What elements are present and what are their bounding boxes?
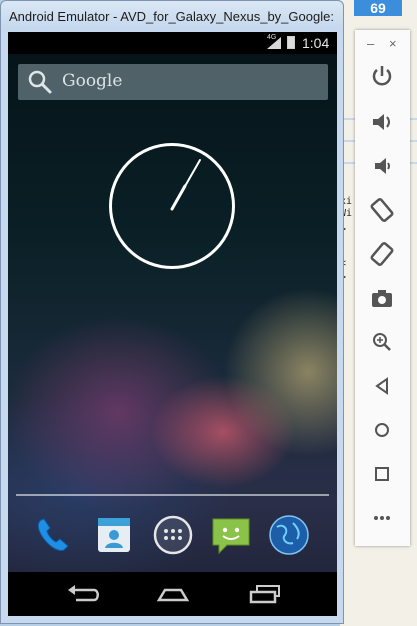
home-icon[interactable]	[368, 416, 396, 444]
back-icon[interactable]	[368, 372, 396, 400]
close-button[interactable]: ×	[389, 36, 397, 51]
volume-up-icon[interactable]	[368, 108, 396, 136]
contacts-icon[interactable]	[92, 513, 136, 557]
status-bar: 4G 1:04	[8, 32, 337, 54]
status-time: 1:04	[302, 35, 330, 51]
window-title: Android Emulator - AVD_for_Galaxy_Nexus_…	[9, 9, 335, 24]
power-icon[interactable]	[368, 62, 396, 90]
emulator-window: Android Emulator - AVD_for_Galaxy_Nexus_…	[0, 0, 344, 624]
clock-hands	[170, 159, 201, 211]
home-icon[interactable]	[153, 580, 193, 608]
rotate-left-icon[interactable]	[368, 196, 396, 224]
overview-icon[interactable]	[368, 460, 396, 488]
more-icon[interactable]	[368, 504, 396, 532]
emulator-tool-panel: – ×	[355, 30, 410, 546]
dock-divider	[16, 494, 329, 496]
google-search-bar[interactable]: Google	[18, 64, 328, 100]
back-icon[interactable]	[64, 580, 104, 608]
analog-clock-widget[interactable]	[109, 143, 235, 269]
app-drawer-icon[interactable]	[151, 513, 195, 557]
host-badge: 69	[354, 0, 402, 16]
window-titlebar[interactable]: Android Emulator - AVD_for_Galaxy_Nexus_…	[1, 1, 343, 31]
recent-apps-icon[interactable]	[245, 580, 285, 608]
minimize-button[interactable]: –	[367, 36, 374, 51]
zoom-icon[interactable]	[368, 328, 396, 356]
phone-icon[interactable]	[32, 513, 76, 557]
device-screen[interactable]: 4G 1:04 Google	[8, 32, 337, 616]
battery-icon	[287, 36, 295, 49]
messaging-icon[interactable]	[209, 513, 253, 557]
screenshot-icon[interactable]	[368, 284, 396, 312]
signal-icon	[267, 37, 281, 49]
search-icon	[28, 70, 52, 94]
search-label: Google	[62, 71, 123, 91]
app-dock	[8, 507, 337, 561]
browser-icon[interactable]	[267, 513, 311, 557]
volume-down-icon[interactable]	[368, 152, 396, 180]
navigation-bar	[8, 572, 337, 616]
rotate-right-icon[interactable]	[368, 240, 396, 268]
